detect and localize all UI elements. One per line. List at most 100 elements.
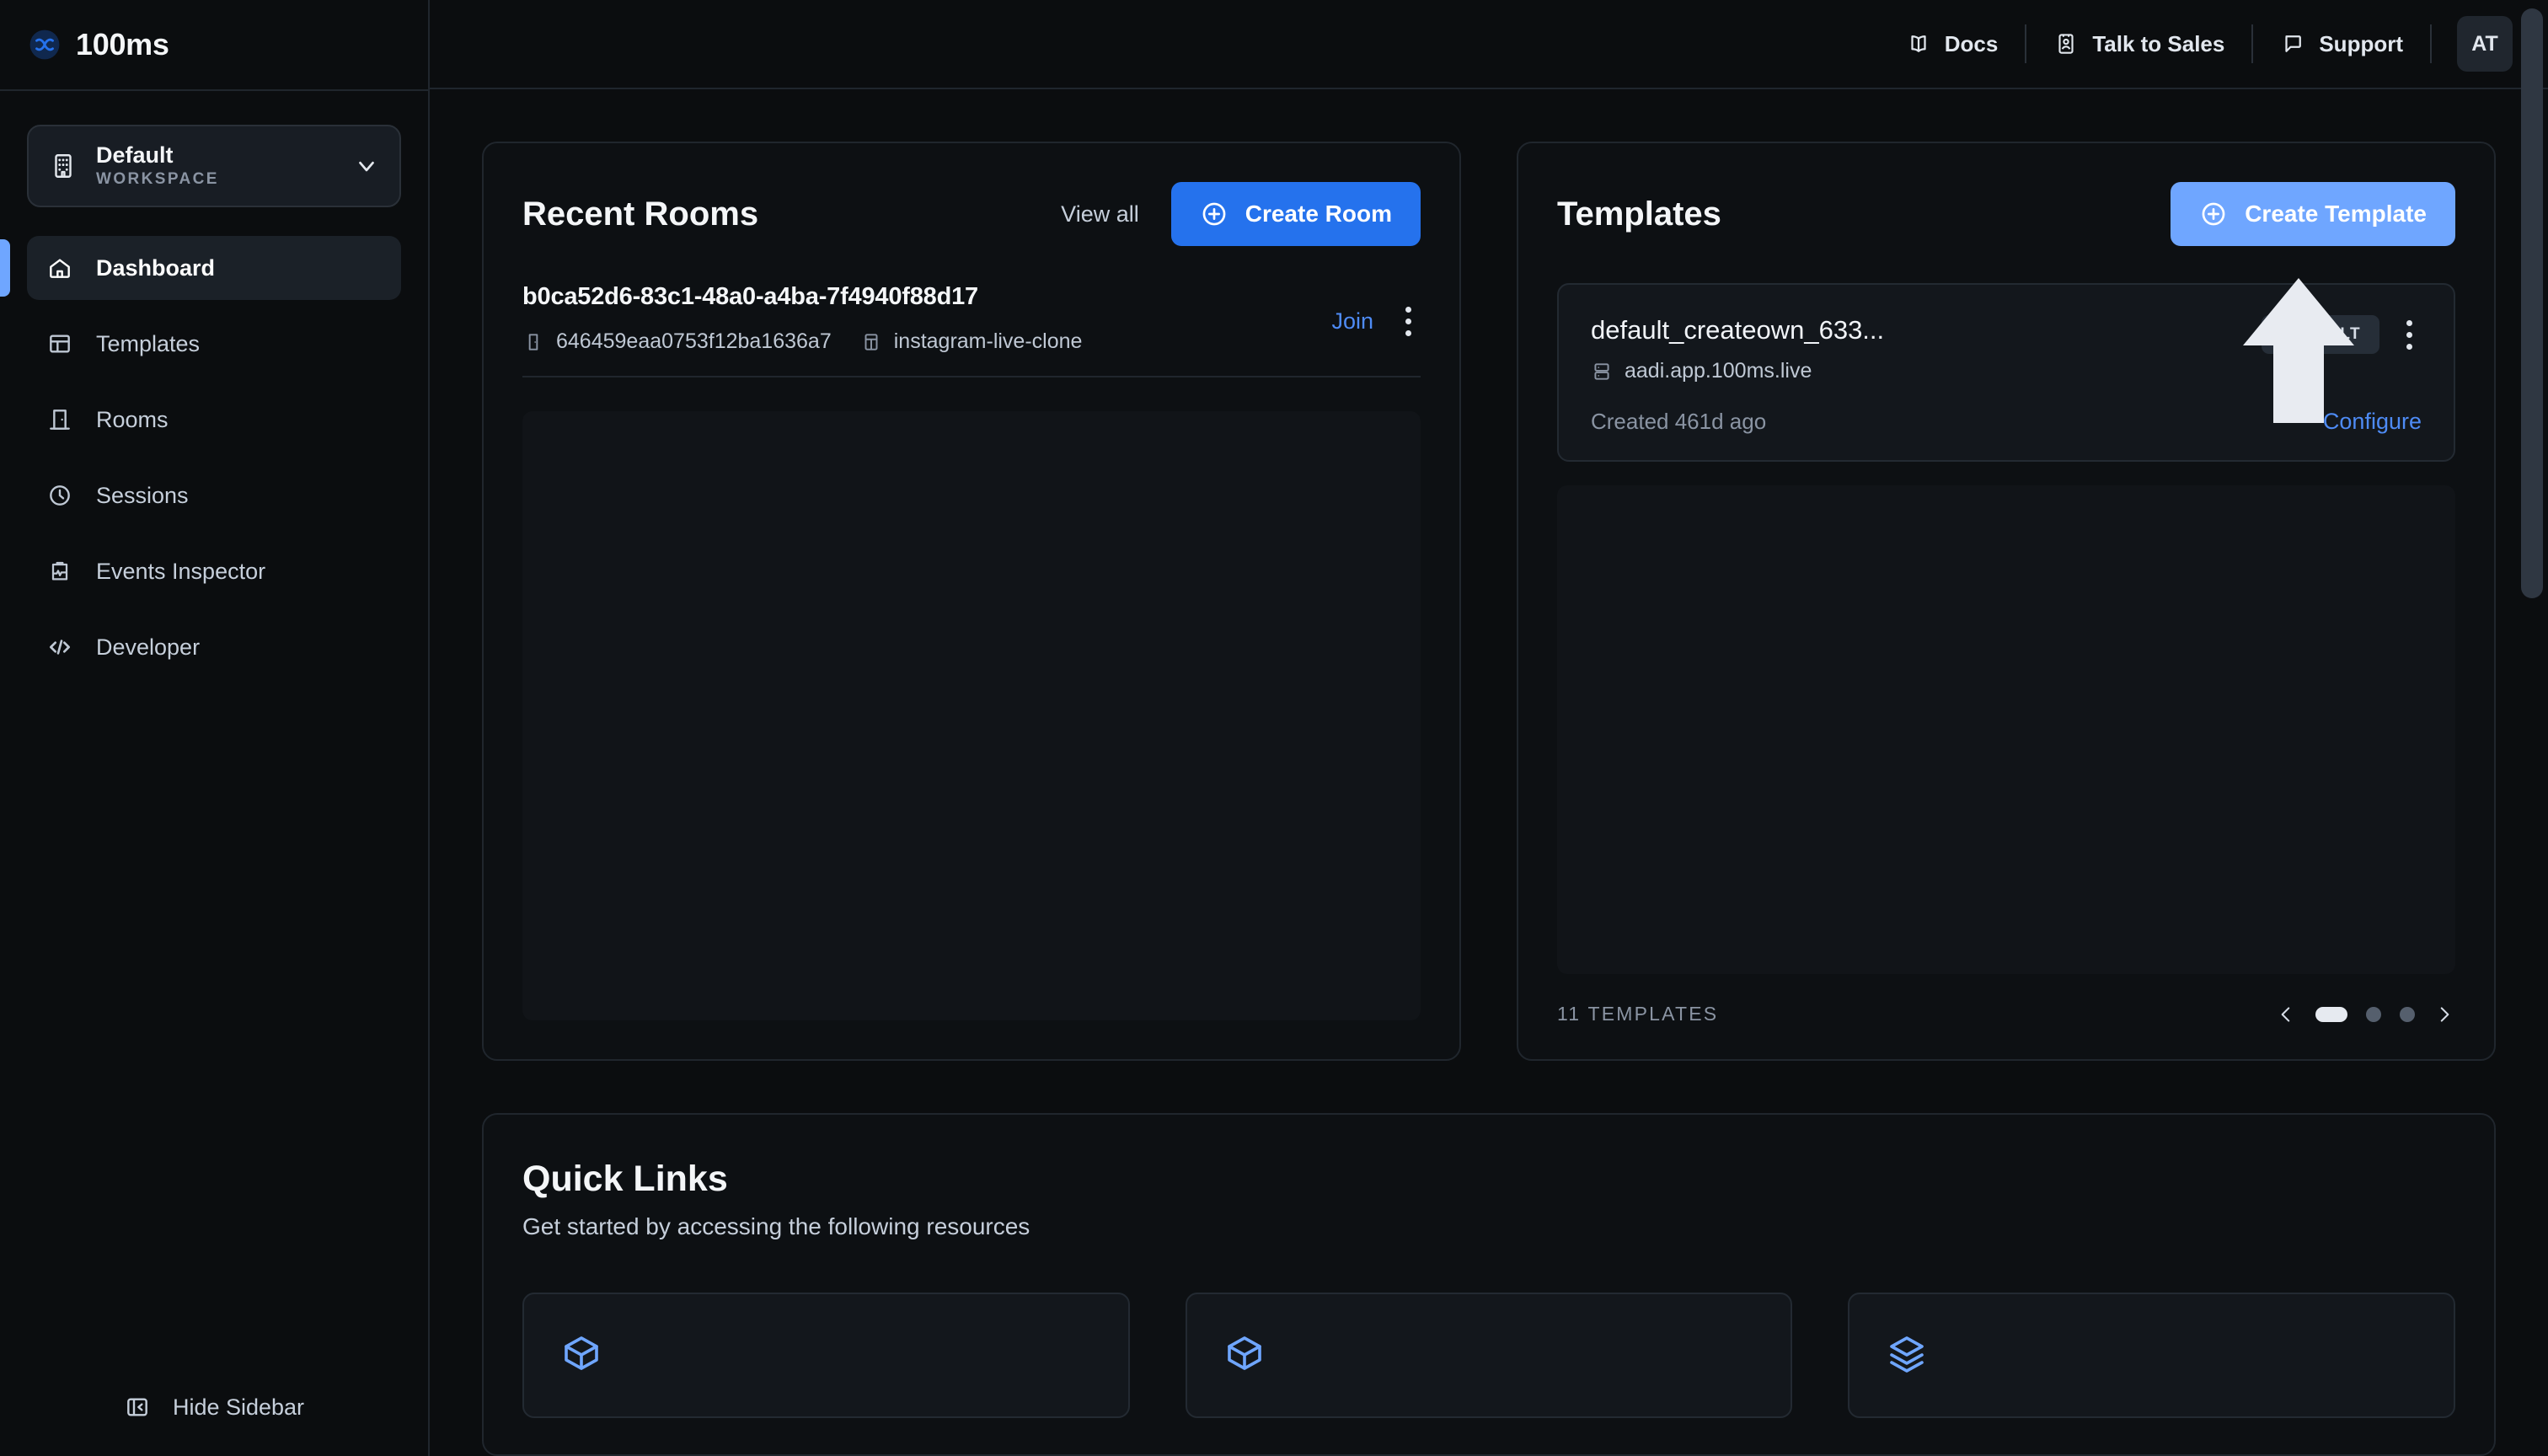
room-code-text: 646459eaa0753f12ba1636a7 [556, 329, 832, 353]
page-title: Recent Rooms [522, 195, 759, 233]
workspace-switcher[interactable]: Default WORKSPACE [27, 125, 401, 207]
table-row[interactable]: b0ca52d6-83c1-48a0-a4ba-7f4940f88d17 646… [484, 246, 1459, 376]
panel-collapse-icon [124, 1394, 151, 1421]
kebab-menu-icon[interactable] [2396, 315, 2422, 354]
quick-links-card: Quick Links Get started by accessing the… [482, 1113, 2496, 1456]
pager-dot-2[interactable] [2366, 1006, 2381, 1022]
topbar: Docs Talk to Sales Support AT [430, 0, 2548, 89]
avatar[interactable]: AT [2457, 16, 2513, 72]
sidebar-item-label: Sessions [96, 482, 189, 508]
room-meta: 646459eaa0753f12ba1636a7 instagram-live-… [522, 329, 1314, 354]
server-icon [1591, 361, 1613, 383]
code-icon [46, 633, 74, 661]
template-bottom: Created 461d ago Configure [1591, 409, 2422, 435]
sidebar-item-events-inspector[interactable]: Events Inspector [27, 539, 401, 603]
sidebar-nav: Dashboard Templates Rooms Sessions Event… [0, 236, 428, 691]
clock-icon [46, 481, 74, 510]
clipboard-pulse-icon [46, 557, 74, 586]
recent-rooms-empty-panel [522, 411, 1421, 1020]
talk-to-sales-label: Talk to Sales [2092, 30, 2225, 56]
quick-link-card-3[interactable] [1848, 1293, 2456, 1418]
workspace-label: WORKSPACE [96, 169, 219, 188]
view-all-link[interactable]: View all [1049, 201, 1151, 228]
docs-label: Docs [1944, 30, 1999, 56]
dashboard-content: Recent Rooms View all Create Room b0ca52… [430, 89, 2548, 1456]
templates-empty-panel [1557, 485, 2455, 974]
home-icon [46, 254, 74, 282]
box-icon [1224, 1336, 1265, 1377]
sidebar: 100ms Default WORKSPACE Dashboard Templa… [0, 0, 430, 1456]
quick-links-cards [522, 1293, 2456, 1418]
hide-sidebar-label: Hide Sidebar [172, 1394, 305, 1420]
room-id: b0ca52d6-83c1-48a0-a4ba-7f4940f88d17 [522, 283, 978, 310]
sidebar-item-rooms[interactable]: Rooms [27, 388, 401, 452]
brand-name: 100ms [76, 27, 169, 62]
docs-link[interactable]: Docs [1879, 31, 2026, 57]
chevron-left-icon[interactable] [2275, 1004, 2297, 1025]
template-created: Created 461d ago [1591, 409, 1767, 434]
list-item[interactable]: default_createown_633... aadi.app.100ms.… [1557, 283, 2455, 462]
chevron-down-icon[interactable] [354, 153, 379, 179]
sidebar-item-templates[interactable]: Templates [27, 312, 401, 376]
template-top: default_createown_633... aadi.app.100ms.… [1591, 315, 2422, 383]
box-icon [561, 1336, 602, 1377]
template-subdomain: aadi.app.100ms.live [1591, 359, 2245, 383]
kebab-menu-icon[interactable] [1395, 302, 1421, 340]
create-template-label: Create Template [2245, 201, 2427, 227]
templates-header: Templates Create Template [1518, 143, 2494, 246]
sidebar-item-developer[interactable]: Developer [27, 615, 401, 679]
door-icon [522, 331, 544, 353]
create-template-button[interactable]: Create Template [2171, 182, 2455, 246]
status-badge: DEFAULT [2262, 315, 2379, 354]
talk-to-sales-link[interactable]: Talk to Sales [2026, 31, 2251, 57]
room-actions: Join [1331, 283, 1421, 340]
room-template-text: instagram-live-clone [893, 329, 1083, 353]
templates-footer: 11 TEMPLATES [1518, 974, 2494, 1059]
room-info: b0ca52d6-83c1-48a0-a4ba-7f4940f88d17 646… [522, 283, 1314, 354]
template-subdomain-text: aadi.app.100ms.live [1625, 359, 1812, 383]
layout-icon [860, 331, 882, 353]
avatar-initials: AT [2471, 31, 2498, 56]
template-texts: default_createown_633... aadi.app.100ms.… [1591, 315, 2245, 383]
quick-link-card-2[interactable] [1185, 1293, 1793, 1418]
quick-links-title: Quick Links [522, 1159, 728, 1199]
templates-card: Templates Create Template default_create… [1517, 142, 2496, 1061]
sidebar-item-label: Events Inspector [96, 558, 266, 584]
configure-button[interactable]: Configure [2323, 409, 2422, 435]
quick-links-subtitle: Get started by accessing the following r… [522, 1213, 1030, 1239]
topbar-divider [2430, 24, 2432, 63]
infinity-logo-icon [29, 29, 61, 61]
layers-icon [1887, 1336, 1927, 1377]
quick-link-card-1[interactable] [522, 1293, 1130, 1418]
pager-dot-3[interactable] [2400, 1006, 2415, 1022]
building-icon [49, 152, 78, 180]
divider [522, 376, 1421, 377]
room-code: 646459eaa0753f12ba1636a7 [522, 329, 832, 354]
cards-row: Recent Rooms View all Create Room b0ca52… [482, 142, 2496, 1061]
create-room-button[interactable]: Create Room [1170, 182, 1421, 246]
support-link[interactable]: Support [2253, 31, 2430, 57]
app-root: 100ms Default WORKSPACE Dashboard Templa… [0, 0, 2548, 1456]
hide-sidebar-button[interactable]: Hide Sidebar [0, 1358, 428, 1456]
sidebar-item-label: Developer [96, 634, 201, 660]
join-button[interactable]: Join [1331, 308, 1373, 335]
sidebar-item-dashboard[interactable]: Dashboard [0, 236, 401, 300]
plus-circle-icon [1200, 200, 1228, 228]
sidebar-item-label: Templates [96, 330, 201, 356]
create-room-label: Create Room [1245, 201, 1392, 227]
recent-rooms-card: Recent Rooms View all Create Room b0ca52… [482, 142, 1461, 1061]
vertical-scrollbar[interactable] [2521, 8, 2543, 598]
door-icon [46, 405, 74, 434]
sidebar-item-sessions[interactable]: Sessions [27, 463, 401, 527]
support-label: Support [2319, 30, 2403, 56]
recent-rooms-header: Recent Rooms View all Create Room [484, 143, 1459, 246]
chevron-right-icon[interactable] [2433, 1004, 2455, 1025]
sidebar-item-label: Dashboard [96, 254, 216, 281]
templates-title: Templates [1557, 195, 1721, 233]
pager-dot-1[interactable] [2315, 1006, 2347, 1022]
brand[interactable]: 100ms [0, 0, 428, 91]
book-icon [1906, 31, 1931, 56]
main-area: Docs Talk to Sales Support AT Recent Roo… [430, 0, 2548, 1456]
chat-bubble-icon [2280, 31, 2305, 56]
